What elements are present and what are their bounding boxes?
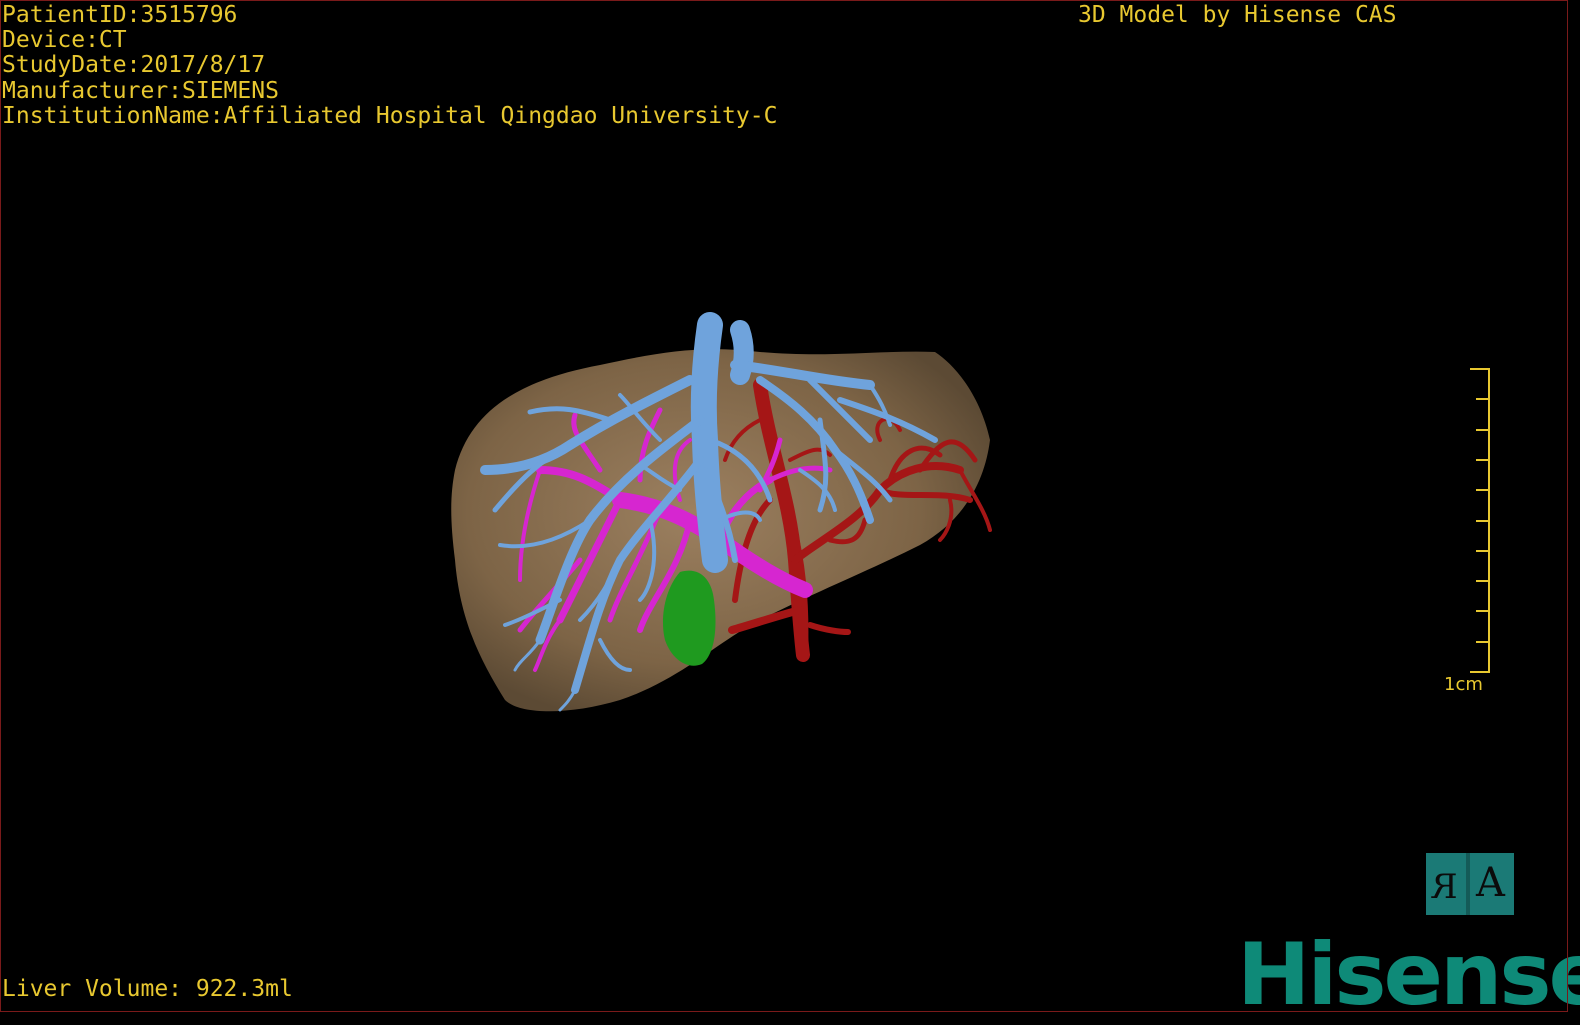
liver-3d-model xyxy=(451,312,992,712)
scale-tick xyxy=(1476,458,1490,461)
scale-label: 1cm xyxy=(1444,674,1483,695)
scale-tick xyxy=(1476,428,1490,431)
scale-tick xyxy=(1476,549,1490,552)
orientation-indicator[interactable]: R A xyxy=(1426,853,1514,915)
scale-tick xyxy=(1476,580,1490,583)
scale-tick xyxy=(1476,398,1490,401)
scale-tick xyxy=(1476,519,1490,522)
hisense-logo: Hisense xyxy=(1237,925,1580,1025)
liver-volume: Liver Volume: 922.3ml xyxy=(2,976,293,1002)
3d-viewport[interactable] xyxy=(0,0,1568,1012)
orientation-right-label: R xyxy=(1432,867,1458,907)
model-credit: 3D Model by Hisense CAS xyxy=(1078,2,1397,28)
scale-tick xyxy=(1476,489,1490,492)
orientation-divider xyxy=(1466,853,1470,915)
institution-name: InstitutionName:Affiliated Hospital Qing… xyxy=(2,102,778,129)
scale-tick xyxy=(1476,610,1490,613)
study-date: StudyDate:2017/8/17 xyxy=(2,52,266,79)
scale-bar xyxy=(1470,368,1494,673)
scale-tick xyxy=(1476,640,1490,643)
patient-id: PatientID:3515796 xyxy=(2,2,238,28)
scale-tick xyxy=(1470,368,1490,370)
orientation-anterior-label: A xyxy=(1476,860,1505,906)
study-info: PatientID:3515796 Device:CT StudyDate:20… xyxy=(2,2,778,129)
manufacturer: Manufacturer:SIEMENS xyxy=(2,77,279,104)
scale-tick xyxy=(1470,671,1490,673)
device: Device:CT xyxy=(2,27,127,54)
